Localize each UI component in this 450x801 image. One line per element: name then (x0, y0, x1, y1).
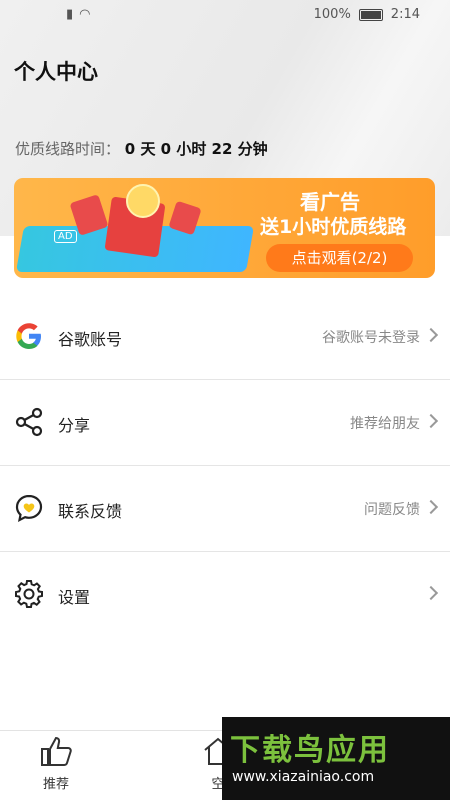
menu-hint: 谷歌账号未登录 (322, 330, 420, 346)
chevron-right-icon (423, 413, 439, 429)
gear-icon (15, 580, 43, 608)
menu-item-google-account[interactable]: 谷歌账号 谷歌账号未登录 (0, 294, 450, 380)
google-icon (16, 323, 41, 349)
menu-label: 联系反馈 (58, 502, 123, 521)
menu-hint: 问题反馈 (364, 502, 420, 518)
chevron-right-icon (423, 499, 439, 515)
thumbs-up-icon (41, 736, 72, 766)
settings-menu: 谷歌账号 谷歌账号未登录 分享 推荐给朋友 联系反馈 问题反馈 设置 (0, 294, 450, 637)
share-icon (15, 407, 43, 437)
status-icons-left: ▮ ◠ (66, 7, 91, 22)
menu-label: 谷歌账号 (58, 330, 123, 349)
ad-tag: AD (54, 230, 77, 243)
status-bar: ▮ ◠ 100% 2:14 (0, 0, 450, 32)
menu-item-share[interactable]: 分享 推荐给朋友 (0, 380, 450, 466)
menu-item-feedback[interactable]: 联系反馈 问题反馈 (0, 466, 450, 552)
premium-line-time-label: 优质线路时间： (15, 140, 121, 158)
watch-ad-banner[interactable]: AD 看广告 送1小时优质线路 点击观看(2/2) (14, 178, 435, 278)
tab-recommend[interactable]: 推荐 (16, 735, 96, 792)
feedback-icon (15, 494, 43, 522)
clock-coin-icon (126, 184, 160, 218)
menu-item-settings[interactable]: 设置 (0, 552, 450, 637)
chevron-right-icon (423, 327, 439, 343)
banner-title: 看广告 (300, 190, 360, 214)
chevron-right-icon (423, 585, 439, 601)
wifi-icon: ◠ (79, 7, 91, 22)
page-title: 个人中心 (14, 60, 98, 84)
battery-percent: 100% (313, 7, 351, 22)
menu-label: 设置 (58, 588, 91, 607)
watermark-overlay: 下载鸟应用 www.xiazainiao.com (222, 717, 450, 800)
watermark-title: 下载鸟应用 (230, 733, 390, 768)
menu-label: 分享 (58, 416, 91, 435)
clock: 2:14 (390, 7, 420, 22)
status-icons-right: 100% 2:14 (314, 7, 420, 22)
watch-ad-button[interactable]: 点击观看(2/2) (266, 244, 413, 272)
battery-icon (358, 8, 383, 21)
watermark-url: www.xiazainiao.com (232, 769, 375, 785)
tab-label: 推荐 (42, 777, 69, 792)
menu-hint: 推荐给朋友 (350, 416, 420, 432)
premium-line-time: 优质线路时间： 0 天 0 小时 22 分钟 (15, 138, 268, 159)
sim-alert-icon: ▮ (66, 7, 74, 22)
banner-subtitle: 送1小时优质线路 (260, 216, 407, 238)
premium-line-time-value: 0 天 0 小时 22 分钟 (124, 140, 268, 158)
